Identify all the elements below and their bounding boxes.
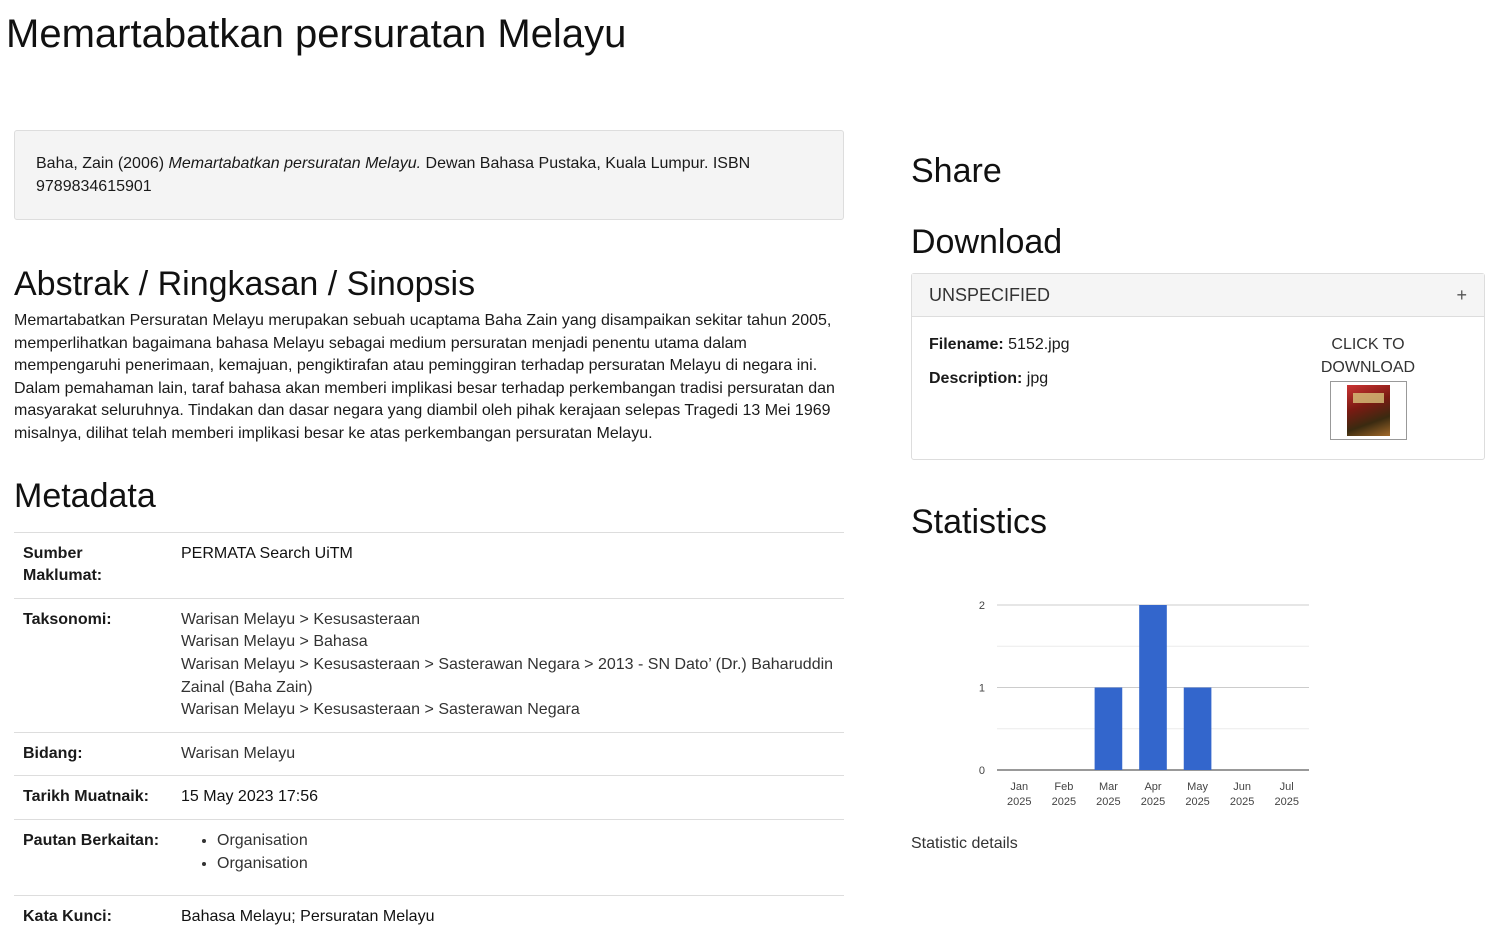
download-link-text[interactable]: CLICK TO DOWNLOAD [1321, 336, 1415, 376]
statistic-details-link[interactable]: Statistic details [911, 835, 1018, 853]
meta-key-kata-kunci: Kata Kunci: [23, 907, 112, 925]
meta-value-kata-kunci: Bahasa Melayu; Persuratan Melayu [181, 907, 435, 925]
x-tick-label: May 2025 [1185, 781, 1209, 808]
meta-key-bidang: Bidang: [23, 744, 83, 762]
metadata-table: Sumber Maklumat: PERMATA Search UiTM Tak… [14, 532, 844, 939]
y-tick-label: 0 [979, 765, 985, 777]
book-cover-thumbnail[interactable] [1329, 381, 1407, 440]
filename-value: 5152.jpg [1008, 336, 1070, 353]
x-tick-label: Jan 2025 [1007, 781, 1031, 808]
abstract-text: Memartabatkan Persuratan Melayu merupaka… [14, 312, 835, 442]
bar [1183, 687, 1212, 770]
statistics-chart-svg: 0 1 2 Jan 2025 Feb 2025 Mar 2025 Apr 2025 May 2025 Ju… [979, 600, 1309, 808]
meta-key-sumber: Sumber Maklumat: [23, 544, 103, 585]
meta-value-taksonomi: Warisan Melayu > Kesusasteraan Warisan M… [172, 598, 844, 732]
taxonomy-link[interactable]: Warisan Melayu > Kesusasteraan > Sastera… [181, 656, 833, 696]
meta-value-tarikh: 15 May 2023 17:56 [181, 788, 318, 806]
bar [1139, 605, 1167, 770]
meta-value-sumber: PERMATA Search UiTM [181, 544, 353, 562]
download-panel-body: Filename: 5152.jpg Description: jpg CLIC… [912, 317, 1484, 440]
x-tick-label: Apr 2025 [1141, 781, 1165, 808]
main-column: Baha, Zain (2006) Memartabatkan persurat… [14, 130, 844, 939]
description-label: Description: [929, 370, 1023, 387]
citation-box: Baha, Zain (2006) Memartabatkan persurat… [14, 130, 844, 220]
citation-prefix: Baha, Zain (2006) [36, 155, 169, 172]
x-tick-label: Mar 2025 [1096, 781, 1120, 808]
related-links-list: Organisation Organisation [181, 830, 835, 875]
taxonomy-link[interactable]: Warisan Melayu > Kesusasteraan [181, 611, 420, 628]
book-cover-image [1346, 385, 1390, 436]
related-link[interactable]: Organisation [217, 855, 308, 872]
expand-plus-icon[interactable]: + [1456, 285, 1467, 306]
table-row: Kata Kunci: Bahasa Melayu; Persuratan Me… [14, 895, 844, 938]
metadata-heading: Metadata [14, 476, 156, 515]
y-tick-label: 1 [979, 683, 985, 695]
description-value: jpg [1026, 370, 1049, 387]
meta-key-taksonomi: Taksonomi: [23, 610, 112, 628]
download-panel: UNSPECIFIED + Filename: 5152.jpg Descrip… [911, 273, 1485, 460]
list-item: Organisation [217, 853, 835, 876]
filename-label: Filename: [929, 336, 1004, 353]
meta-value-bidang: Warisan Melayu [172, 732, 844, 776]
table-row: Sumber Maklumat: PERMATA Search UiTM [14, 532, 844, 598]
panel-title: UNSPECIFIED [929, 284, 1051, 305]
statistics-heading: Statistics [911, 503, 1048, 541]
statistics-chart: 0 1 2 Jan 2025 Feb 2025 Mar 2025 Apr 2025 May 2025 Ju… [971, 590, 1331, 820]
related-link[interactable]: Organisation [217, 832, 308, 849]
y-tick-label: 2 [979, 600, 985, 612]
table-row: Tarikh Muatnaik: 15 May 2023 17:56 [14, 775, 844, 820]
abstract-heading: Abstrak / Ringkasan / Sinopsis [14, 265, 476, 303]
bidang-link[interactable]: Warisan Melayu [181, 745, 295, 762]
taxonomy-link[interactable]: Warisan Melayu > Bahasa [181, 633, 368, 650]
list-item: Organisation [217, 830, 835, 853]
page-title: Memartabatkan persuratan Melayu [6, 12, 627, 56]
bar [1094, 687, 1123, 770]
table-row: Taksonomi: Warisan Melayu > Kesusasteraa… [14, 598, 844, 732]
table-row: Pautan Berkaitan: Organisation Organisat… [14, 819, 844, 895]
taxonomy-link[interactable]: Warisan Melayu > Kesusasteraan > Sastera… [181, 701, 580, 718]
x-tick-label: Jun 2025 [1230, 781, 1254, 808]
meta-value-pautan: Organisation Organisation [172, 819, 844, 895]
meta-key-pautan: Pautan Berkaitan: [23, 831, 160, 849]
x-tick-label: Feb 2025 [1052, 781, 1076, 808]
download-panel-header[interactable]: UNSPECIFIED + [912, 274, 1484, 317]
table-row: Bidang: Warisan Melayu [14, 732, 844, 776]
x-tick-label: Jul 2025 [1274, 781, 1298, 808]
share-heading: Share [911, 152, 1002, 190]
download-link[interactable]: CLICK TO DOWNLOAD [1292, 333, 1444, 440]
citation-title: Memartabatkan persuratan Melayu. [168, 155, 422, 172]
download-heading: Download [911, 223, 1063, 261]
meta-key-tarikh: Tarikh Muatnaik: [23, 788, 149, 806]
